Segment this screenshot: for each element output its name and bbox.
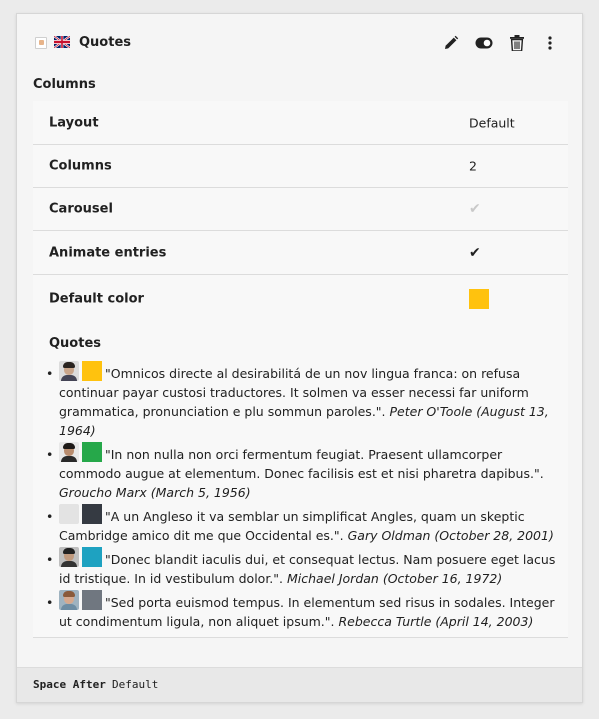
row-label: Columns <box>49 158 112 174</box>
quote-item: "Sed porta euismod tempus. In elementum … <box>43 590 558 631</box>
settings-row-default-color: Default color <box>33 275 568 324</box>
quote-author: Rebecca Turtle (April 14, 2003) <box>338 614 534 629</box>
check-icon: ✔ <box>469 244 481 261</box>
quotes-block: Quotes "Omnicos directe al desirabilitá … <box>33 321 568 638</box>
avatar <box>59 442 79 462</box>
quote-item: "Omnicos directe al desirabilitá de un n… <box>43 361 558 440</box>
color-swatch <box>82 361 102 381</box>
quote-item: "A un Angleso it va semblar un simplific… <box>43 504 558 545</box>
settings-table: Layout Default Columns 2 Carousel ✔ Anim… <box>33 101 568 324</box>
avatar <box>59 504 79 524</box>
content-element-icon <box>35 37 47 49</box>
quote-author: Michael Jordan (October 16, 1972) <box>287 571 503 586</box>
uk-flag-icon <box>54 36 70 48</box>
quote-list: "Omnicos directe al desirabilitá de un n… <box>43 361 558 633</box>
quotes-title: Quotes <box>49 336 102 351</box>
avatar <box>59 547 79 567</box>
toggle-visibility-icon[interactable] <box>474 33 494 53</box>
settings-row-carousel: Carousel ✔ <box>33 188 568 231</box>
color-swatch <box>469 289 489 309</box>
row-label: Animate entries <box>49 245 167 260</box>
row-label: Carousel <box>49 201 113 217</box>
avatar <box>59 590 79 610</box>
footer-value: Default <box>112 678 159 691</box>
row-value: 2 <box>469 158 477 174</box>
quote-item: "In non nulla non orci fermentum feugiat… <box>43 442 558 502</box>
row-value: Default <box>469 115 515 130</box>
quote-item: "Donec blandit iaculis dui, et consequat… <box>43 547 558 588</box>
check-faded-icon: ✔ <box>469 201 481 217</box>
settings-row-layout: Layout Default <box>33 101 568 145</box>
section-label: Columns <box>33 77 96 92</box>
content-element-card: Quotes Columns Layout Default Columns 2 <box>16 13 583 703</box>
avatar <box>59 361 79 381</box>
quote-text: "In non nulla non orci fermentum feugiat… <box>59 447 544 481</box>
quote-author: Groucho Marx (March 5, 1956) <box>59 485 251 500</box>
color-swatch <box>82 442 102 462</box>
delete-icon[interactable] <box>507 33 527 53</box>
settings-row-animate: Animate entries ✔ <box>33 231 568 275</box>
settings-row-columns: Columns 2 <box>33 145 568 188</box>
edit-icon[interactable] <box>441 33 461 53</box>
color-swatch <box>82 590 102 610</box>
footer-key: Space After <box>33 678 106 691</box>
element-header: Quotes <box>17 14 582 74</box>
color-swatch <box>82 504 102 524</box>
element-title: Quotes <box>79 35 132 50</box>
element-actions <box>441 33 560 53</box>
element-footer: Space After Default <box>17 667 582 702</box>
color-swatch <box>82 547 102 567</box>
more-icon[interactable] <box>540 33 560 53</box>
row-label: Layout <box>49 115 99 130</box>
row-label: Default color <box>49 291 144 307</box>
quote-author: Gary Oldman (October 28, 2001) <box>347 528 554 543</box>
